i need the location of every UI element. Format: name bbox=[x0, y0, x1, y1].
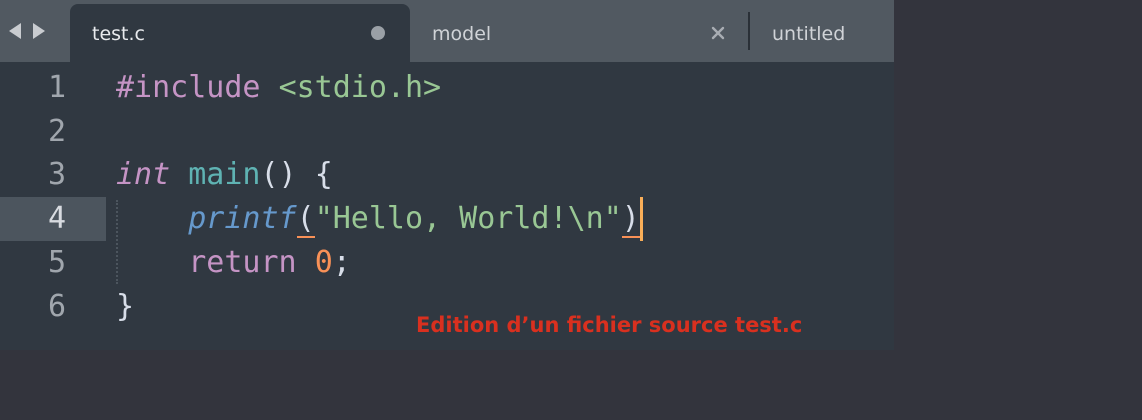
preprocessor-directive: #include bbox=[116, 70, 261, 105]
function-name: main bbox=[188, 157, 261, 192]
include-header: <stdio.h> bbox=[278, 70, 442, 105]
function-call: printf bbox=[188, 201, 297, 236]
close-brace: } bbox=[116, 289, 135, 324]
caption-annotation: Edition d’un fichier source test.c bbox=[416, 313, 803, 337]
string-quote: " bbox=[603, 201, 622, 236]
tab-navigation bbox=[6, 20, 56, 42]
screenshot: test.c model untitled 1 2 3 4 5 6 #inclu… bbox=[0, 0, 1142, 420]
parentheses: () bbox=[260, 157, 297, 192]
tab-untitled[interactable]: untitled bbox=[750, 4, 894, 62]
line-number: 3 bbox=[47, 157, 66, 192]
editor-window: test.c model untitled 1 2 3 4 5 6 #inclu… bbox=[0, 0, 894, 350]
text-cursor bbox=[639, 197, 643, 241]
open-brace: { bbox=[314, 157, 333, 192]
string-quote: " bbox=[314, 201, 333, 236]
line-number-current: 4 bbox=[47, 201, 66, 236]
tab-label: model bbox=[432, 23, 492, 45]
return-keyword: return bbox=[188, 245, 297, 280]
line-number: 1 bbox=[47, 70, 66, 105]
tab-model[interactable]: model bbox=[410, 4, 748, 62]
type-keyword: int bbox=[116, 157, 171, 192]
escape-sequence: \n bbox=[567, 201, 604, 236]
line-number: 6 bbox=[47, 289, 66, 324]
code-line-5[interactable]: return 0; bbox=[116, 241, 351, 285]
triangle-left-icon[interactable] bbox=[6, 20, 24, 42]
tab-label: untitled bbox=[772, 23, 846, 45]
code-line-1[interactable]: #include <stdio.h> bbox=[116, 66, 441, 110]
matched-open-paren: ( bbox=[296, 201, 315, 238]
semicolon: ; bbox=[332, 245, 351, 280]
string-literal: Hello, World! bbox=[332, 201, 568, 236]
triangle-right-icon[interactable] bbox=[30, 20, 48, 42]
matched-close-paren: ) bbox=[621, 201, 640, 238]
code-line-6[interactable]: } bbox=[116, 285, 134, 329]
line-number: 5 bbox=[47, 245, 66, 280]
tab-label: test.c bbox=[92, 23, 145, 45]
unsaved-dot-icon[interactable] bbox=[371, 26, 385, 40]
line-number: 2 bbox=[47, 114, 66, 149]
close-icon[interactable] bbox=[708, 23, 728, 43]
number-literal: 0 bbox=[314, 245, 333, 280]
tab-test-c[interactable]: test.c bbox=[70, 4, 410, 62]
code-line-3[interactable]: int main() { bbox=[116, 153, 333, 197]
code-line-4[interactable]: printf("Hello, World!\n") bbox=[116, 197, 643, 241]
tab-bar: test.c model untitled bbox=[0, 0, 894, 62]
